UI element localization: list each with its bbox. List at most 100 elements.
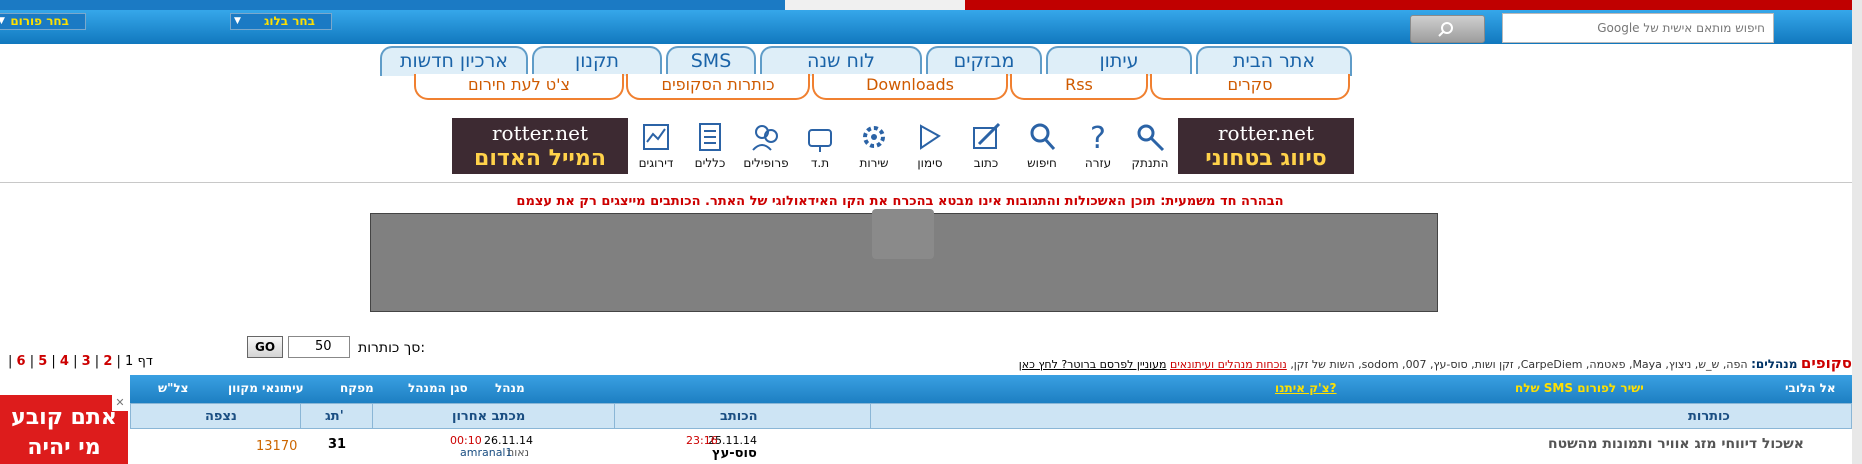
mailbox-icon — [808, 129, 832, 152]
search-icon — [1030, 123, 1056, 151]
chat-link[interactable]: צ'ק איתנו? — [1275, 381, 1337, 395]
scrollbar[interactable] — [1852, 0, 1862, 464]
col-last: מכתב אחרון — [452, 409, 526, 424]
profiles-icon — [752, 125, 778, 151]
icon-label: ת.ד — [810, 156, 830, 170]
icon-rules[interactable]: כללים — [682, 118, 738, 174]
write-icon — [973, 122, 1001, 149]
icon-search[interactable]: חיפוש — [1014, 118, 1070, 174]
key-icon — [1137, 124, 1165, 152]
views-count: 13170 — [256, 439, 298, 454]
banner-logo-text: rotter.net — [1218, 121, 1314, 145]
top-strip-red — [965, 0, 1862, 10]
tab-newspaper[interactable]: עיתון — [1046, 46, 1192, 76]
thread-title[interactable]: אשכול דיווחי מזג אוויר ותמונות מהשטח — [1548, 436, 1804, 452]
search-input[interactable]: חיפוש מותאם אישית של Google — [1502, 13, 1774, 43]
pager-current: דף 1 | — [116, 354, 153, 369]
managers-label: מנהלים: — [1751, 357, 1798, 371]
banner-security-classification[interactable]: rotter.net סיווג בטחוני — [1178, 118, 1354, 174]
to-lobby-link[interactable]: אל הלובי — [1785, 381, 1836, 395]
svg-text:?: ? — [1090, 121, 1106, 154]
rules-icon — [699, 123, 721, 151]
chevron-down-icon: ▼ — [0, 16, 5, 26]
table-header — [130, 403, 1852, 429]
icon-label: שירות — [859, 156, 889, 170]
pager: דף 1 | 2 | 3 | 4 | 5 | 6 | — [8, 354, 153, 369]
icon-ratings[interactable]: דירוגים — [628, 118, 684, 174]
col-titles: כותרות — [1688, 409, 1730, 424]
page-link[interactable]: 5 — [38, 354, 47, 369]
page-link[interactable]: 4 — [60, 354, 69, 369]
tab-emergency-chat[interactable]: צ'ט לעת חירום — [414, 74, 624, 100]
send-sms-link[interactable]: שלח SMS ישיר לפורום — [1515, 381, 1644, 395]
icon-service[interactable]: שירות — [846, 118, 902, 174]
forum-select[interactable]: ▼ בחר פורום — [0, 13, 86, 30]
help-icon: ? — [1090, 121, 1106, 154]
top-strip — [0, 0, 1862, 10]
icon-mailbox[interactable]: ת.ד — [792, 118, 848, 174]
page-link[interactable]: 3 — [82, 354, 91, 369]
banner-caption: המייל האדום — [474, 146, 606, 171]
forum-select-label: בחר פורום — [10, 14, 69, 28]
plugin-placeholder-icon — [872, 209, 934, 259]
page-link[interactable]: 6 — [17, 354, 26, 369]
tab-sms[interactable]: SMS — [666, 46, 756, 76]
divider — [0, 182, 1852, 183]
go-button[interactable]: GO — [247, 336, 283, 358]
tab-downloads[interactable]: Downloads — [812, 74, 1008, 100]
side-ad-line: אתם קובע — [11, 405, 117, 430]
blog-select[interactable]: ▼ בחר בלוג — [230, 13, 332, 30]
icon-help[interactable]: ? עזרה — [1070, 118, 1126, 174]
author-name[interactable]: סוס-עץ — [712, 446, 757, 461]
count-value: 50 — [315, 339, 332, 354]
icon-label: סימון — [917, 156, 943, 170]
banner-red-mail[interactable]: rotter.net המייל האדום — [452, 118, 628, 174]
nav-bar: ▼ בחר פורום ▼ בחר בלוג חיפוש מותאם אישית… — [0, 10, 1852, 44]
legend-supervisor: מפקח — [340, 381, 374, 395]
legend-deputy: סגן המנהל — [408, 381, 468, 395]
legend-idf: צל"ש — [158, 381, 189, 395]
tab-calendar[interactable]: לוח שנה — [760, 46, 922, 76]
forum-info: סקופים מנהלים: הפה, ש_ש, ניצוץ, Maya, פא… — [944, 354, 1852, 372]
icon-mark[interactable]: סימון — [902, 118, 958, 174]
tab-news-archive[interactable]: ארכיון חדשות — [380, 46, 528, 76]
side-ad-line: מי יהיה — [27, 435, 101, 460]
search-placeholder: חיפוש מותאם אישית של Google — [1597, 21, 1765, 35]
top-strip-blue — [0, 0, 785, 10]
forum-title: סקופים — [1800, 354, 1852, 372]
managers-presence-link[interactable]: נוכחות מנהלים ועיתונאים — [1170, 358, 1287, 371]
count-label: סך כותרות: — [358, 340, 426, 356]
close-icon[interactable]: ✕ — [112, 395, 128, 411]
side-ad[interactable]: אתם קובע מי יהיה — [0, 395, 128, 464]
search-icon — [1438, 22, 1453, 37]
gear-icon — [863, 126, 885, 148]
icon-label: חיפוש — [1027, 156, 1057, 170]
tab-polls[interactable]: סקרים — [1150, 74, 1350, 100]
icon-write[interactable]: כתוב — [958, 118, 1014, 174]
search-button[interactable] — [1410, 15, 1485, 43]
managers-list: הפה, ש_ש, ניצוץ, Maya, פאטמה, CarpeDiem,… — [1290, 358, 1748, 371]
blog-select-label: בחר בלוג — [263, 14, 315, 28]
advertise-link[interactable]: מעוניין לפרסם ברוטר? לחץ כאן — [1019, 358, 1167, 371]
col-views: נצפה — [205, 409, 237, 424]
tab-rss[interactable]: Rss — [1010, 74, 1148, 100]
icon-profiles[interactable]: פרופילים — [738, 118, 794, 174]
icon-label: כללים — [694, 156, 726, 170]
ratings-icon — [643, 124, 669, 150]
tab-home[interactable]: אתר הבית — [1196, 46, 1352, 76]
last-by[interactable]: amranal1 — [460, 446, 513, 459]
mark-icon — [920, 124, 941, 150]
count-select[interactable]: 50 — [288, 336, 350, 358]
icon-logout[interactable]: התנתק — [1122, 118, 1178, 174]
legend-manager: מנהל — [495, 381, 525, 395]
col-author: הכותב — [720, 409, 758, 424]
banner-caption: סיווג בטחוני — [1205, 146, 1327, 171]
icon-label: עזרה — [1084, 156, 1112, 170]
replies-count: 31 — [328, 437, 347, 452]
tab-flashes[interactable]: מבזקים — [926, 46, 1042, 76]
icon-label: פרופילים — [743, 156, 789, 170]
icon-label: כתוב — [973, 156, 999, 170]
tab-scoop-titles[interactable]: כותרות הסקופים — [626, 74, 810, 100]
page-link[interactable]: 2 — [103, 354, 112, 369]
tab-rules[interactable]: תקנון — [532, 46, 662, 76]
